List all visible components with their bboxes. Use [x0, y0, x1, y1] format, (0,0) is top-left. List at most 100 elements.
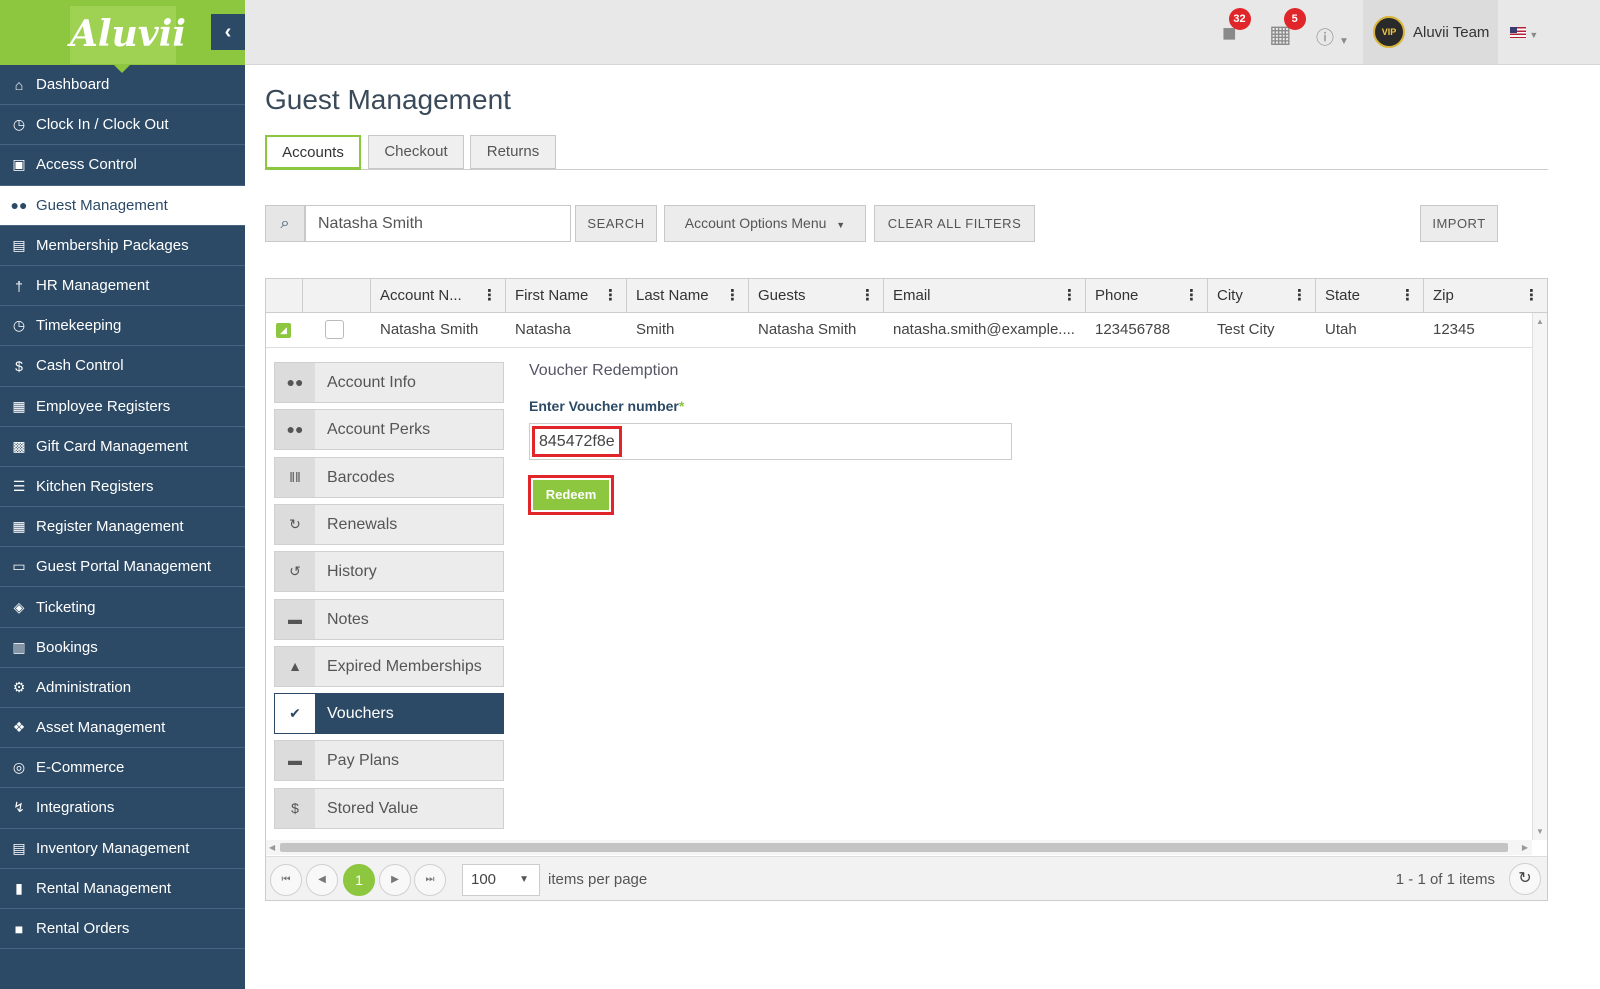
tab-returns[interactable]: Returns — [470, 135, 556, 169]
row-select-checkbox[interactable] — [325, 320, 344, 339]
column-header-guests[interactable]: Guests ⋮ — [749, 279, 884, 313]
column-menu-icon[interactable]: ⋮ — [1292, 279, 1307, 313]
column-header-zip[interactable]: Zip ⋮ — [1424, 279, 1547, 313]
column-header-state[interactable]: State ⋮ — [1316, 279, 1424, 313]
sidebar-item-cash-control[interactable]: $ Cash Control — [0, 346, 245, 387]
sidebar-item-guest-management[interactable]: ●● Guest Management — [0, 185, 245, 226]
column-menu-icon[interactable]: ⋮ — [725, 279, 740, 313]
column-menu-icon[interactable]: ⋮ — [1400, 279, 1415, 313]
bag-button[interactable]: ■ 32 — [1222, 8, 1251, 48]
sidebar-item-ticketing[interactable]: ◈ Ticketing — [0, 587, 245, 628]
sidebar-item-register-management[interactable]: ▦ Register Management — [0, 507, 245, 548]
column-header-last-name[interactable]: Last Name ⋮ — [627, 279, 749, 313]
sidebar-item-integrations[interactable]: ↯ Integrations — [0, 788, 245, 829]
column-header-email[interactable]: Email ⋮ — [884, 279, 1086, 313]
help-menu-button[interactable]: ⓘ ▼ — [1316, 24, 1349, 50]
sidebar-item-guest-portal-management[interactable]: ▭ Guest Portal Management — [0, 547, 245, 588]
sidebar-item-hr-management[interactable]: † HR Management — [0, 266, 245, 307]
page-number-button[interactable]: 1 — [343, 864, 375, 896]
horizontal-scrollbar[interactable]: ◀ ▶ — [266, 840, 1532, 855]
sidebar-item-label: Register Management — [36, 518, 184, 536]
detail-menu-vouchers[interactable]: ✔ Vouchers — [274, 693, 504, 734]
cell-city: Test City — [1217, 321, 1275, 338]
sidebar-item-inventory-management[interactable]: ▤ Inventory Management — [0, 829, 245, 869]
bolt-icon: ↯ — [13, 799, 25, 816]
detail-menu-stored-value[interactable]: $ Stored Value — [274, 788, 504, 829]
cubes-icon: ❖ — [12, 719, 26, 736]
account-options-menu[interactable]: Account Options Menu ▼ — [664, 205, 866, 242]
next-page-button[interactable]: ▶ — [379, 864, 411, 896]
column-header-phone[interactable]: Phone ⋮ — [1086, 279, 1208, 313]
clipboard-icon: ▮ — [15, 879, 23, 896]
column-header-first-name[interactable]: First Name ⋮ — [506, 279, 627, 313]
table-row[interactable]: ◢ Natasha Smith Natasha Smith Natasha Sm… — [266, 313, 1532, 348]
column-menu-icon[interactable]: ⋮ — [603, 279, 618, 313]
detail-menu-notes[interactable]: ▬ Notes — [274, 599, 504, 640]
sidebar-item-rental-management[interactable]: ▮ Rental Management — [0, 869, 245, 909]
row-expand-toggle[interactable]: ◢ — [276, 323, 291, 338]
cell-phone: 123456788 — [1095, 321, 1171, 338]
sidebar-item-membership-packages[interactable]: ▤ Membership Packages — [0, 226, 245, 266]
scroll-up-icon[interactable]: ▲ — [1536, 317, 1544, 326]
search-button[interactable]: SEARCH — [575, 205, 657, 242]
cart-button[interactable]: ▦ 5 — [1269, 8, 1306, 49]
sidebar-item-clock-in-out[interactable]: ◷ Clock In / Clock Out — [0, 105, 245, 146]
sidebar-item-label: Membership Packages — [36, 236, 189, 254]
sidebar-item-gift-card-management[interactable]: ▩ Gift Card Management — [0, 427, 245, 467]
tab-accounts[interactable]: Accounts — [265, 135, 361, 170]
sidebar-item-rental-orders[interactable]: ■ Rental Orders — [0, 909, 245, 950]
prev-page-button[interactable]: ◀ — [306, 864, 338, 896]
sidebar: Aluvii ‹ ⌂ Dashboard ◷ Clock In / Clock Ou… — [0, 0, 245, 989]
column-header-city[interactable]: City ⋮ — [1208, 279, 1316, 313]
column-menu-icon[interactable]: ⋮ — [860, 279, 875, 313]
column-header-account-name[interactable]: Account N... ⋮ — [371, 279, 506, 313]
scrollbar-thumb[interactable] — [280, 843, 1508, 852]
import-button[interactable]: IMPORT — [1420, 205, 1498, 242]
sidebar-item-bookings[interactable]: ▥ Bookings — [0, 628, 245, 668]
first-page-icon: ⏮ — [281, 874, 291, 885]
sidebar-item-access-control[interactable]: ▣ Access Control — [0, 145, 245, 186]
sidebar-item-e-commerce[interactable]: ◎ E-Commerce — [0, 748, 245, 789]
detail-menu-account-info[interactable]: ●● Account Info — [274, 362, 504, 403]
detail-menu-barcodes[interactable]: ‖‖ Barcodes — [274, 457, 504, 498]
column-menu-icon[interactable]: ⋮ — [482, 279, 497, 313]
sidebar-item-administration[interactable]: ⚙ Administration — [0, 668, 245, 708]
sidebar-collapse-button[interactable]: ‹ — [211, 14, 245, 50]
sidebar-item-asset-management[interactable]: ❖ Asset Management — [0, 708, 245, 749]
user-menu[interactable]: VIP Aluvii Team — [1363, 0, 1498, 64]
scroll-down-icon[interactable]: ▼ — [1536, 827, 1544, 836]
refresh-button[interactable]: ↻ — [1509, 863, 1541, 895]
detail-menu-renewals[interactable]: ↻ Renewals — [274, 504, 504, 545]
tab-checkout[interactable]: Checkout — [368, 135, 464, 169]
column-menu-icon[interactable]: ⋮ — [1184, 279, 1199, 313]
detail-menu-expired-memberships[interactable]: ▲ Expired Memberships — [274, 646, 504, 687]
detail-menu-account-perks[interactable]: ●● Account Perks — [274, 409, 504, 450]
scroll-right-icon[interactable]: ▶ — [1522, 843, 1528, 852]
first-page-button[interactable]: ⏮ — [270, 864, 302, 896]
sidebar-item-timekeeping[interactable]: ◷ Timekeeping — [0, 306, 245, 347]
list-icon: ☰ — [12, 477, 26, 494]
detail-menu-pay-plans[interactable]: ▬ Pay Plans — [274, 740, 504, 781]
scroll-left-icon[interactable]: ◀ — [269, 843, 275, 852]
voucher-number-input[interactable]: 845472f8e — [529, 423, 1012, 460]
logo-pointer — [114, 65, 130, 73]
cell-account-name: Natasha Smith — [380, 321, 479, 338]
sidebar-item-kitchen-registers[interactable]: ☰ Kitchen Registers — [0, 467, 245, 508]
avatar: VIP — [1373, 16, 1405, 48]
clear-filters-button[interactable]: CLEAR ALL FILTERS — [874, 205, 1035, 242]
column-menu-icon[interactable]: ⋮ — [1062, 279, 1077, 313]
cell-zip: 12345 — [1433, 321, 1475, 338]
detail-menu-history[interactable]: ↺ History — [274, 551, 504, 592]
search-input[interactable] — [305, 205, 571, 242]
vertical-scrollbar[interactable]: ▲ ▼ — [1532, 313, 1547, 840]
redeem-button[interactable]: Redeem — [533, 480, 609, 510]
page-size-select[interactable]: 100 ▼ — [462, 864, 540, 896]
voucher-number-value[interactable]: 845472f8e — [532, 426, 622, 457]
last-page-button[interactable]: ⏭ — [414, 864, 446, 896]
caret-down-icon: ▼ — [836, 220, 846, 230]
grid-header: Account N... ⋮ First Name ⋮ Last Name ⋮ Gue… — [266, 279, 1547, 313]
language-selector[interactable]: ▼ — [1510, 27, 1538, 41]
sidebar-item-employee-registers[interactable]: ▦ Employee Registers — [0, 387, 245, 427]
aluvii-logo[interactable]: Aluvii — [70, 6, 186, 64]
column-menu-icon[interactable]: ⋮ — [1524, 279, 1539, 313]
